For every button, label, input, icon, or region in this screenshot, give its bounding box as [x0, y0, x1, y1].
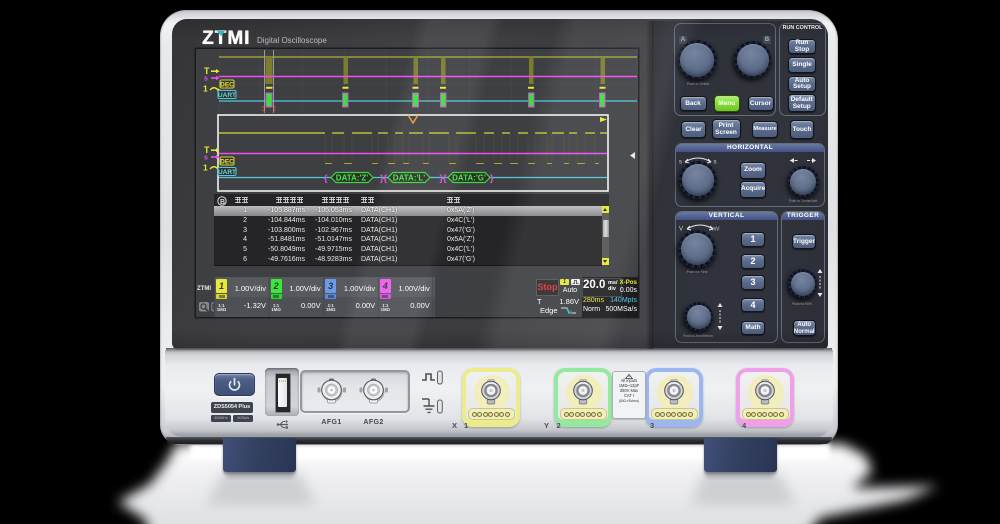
svg-text:}{: }{	[440, 173, 448, 183]
svg-text:V: V	[679, 227, 683, 232]
svg-text:1: 1	[203, 84, 208, 94]
svg-text:}: }	[490, 173, 494, 183]
svg-text:T: T	[204, 66, 210, 76]
svg-text:s: s	[204, 155, 208, 162]
svg-text:UART: UART	[218, 169, 236, 176]
svg-text:UART: UART	[218, 92, 236, 99]
svg-text:1: 1	[203, 163, 208, 173]
svg-text:mV: mV	[712, 227, 720, 232]
svg-text:DEC: DEC	[220, 159, 234, 166]
svg-text:s: s	[204, 76, 208, 83]
svg-text:DATA:'L': DATA:'L'	[393, 174, 425, 183]
svg-text:s: s	[679, 160, 682, 165]
svg-text:DATA:'Z': DATA:'Z'	[336, 174, 368, 183]
svg-text:DATA:'G': DATA:'G'	[452, 174, 486, 183]
svg-text:{: {	[324, 173, 328, 183]
svg-text:}{: }{	[380, 173, 388, 183]
svg-text:s: s	[714, 160, 717, 165]
svg-text:B: B	[220, 198, 225, 205]
svg-text:DEC: DEC	[220, 82, 234, 89]
svg-text:T: T	[204, 145, 210, 155]
